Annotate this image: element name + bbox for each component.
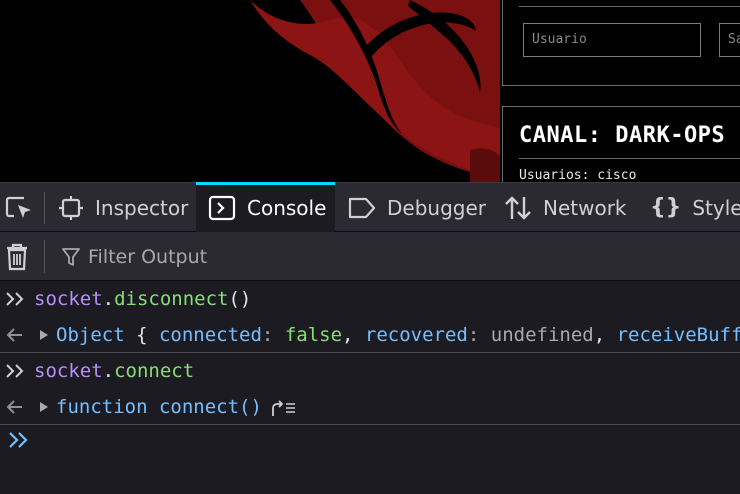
tab-label: Network [543, 195, 627, 220]
username-input[interactable]: Usuario [523, 23, 701, 57]
filter-icon [62, 247, 80, 266]
input-chevron-icon [5, 281, 27, 317]
network-icon [504, 195, 532, 221]
result-arrow-icon [5, 389, 25, 424]
console-result-row: Object { connected: false, recovered: un… [0, 317, 740, 353]
tab-debugger[interactable]: Debugger [348, 183, 488, 232]
expand-triangle-icon[interactable] [38, 317, 50, 352]
clear-console-button[interactable] [4, 242, 30, 276]
tab-network[interactable]: Network [504, 183, 634, 232]
function-preview[interactable]: function connect() [56, 389, 296, 424]
result-arrow-icon [5, 317, 25, 352]
trash-icon [7, 243, 27, 271]
login-panel: Usuario Sa [502, 0, 740, 86]
console-input-code[interactable]: socket.disconnect() [34, 281, 251, 317]
tab-label: Debugger [387, 195, 486, 220]
tab-inspector[interactable]: Inspector [58, 183, 188, 232]
input-chevron-icon [5, 353, 27, 389]
debugger-icon [348, 196, 376, 220]
tab-style-editor[interactable]: {} Style Editor [650, 183, 740, 232]
tab-label: Inspector [95, 195, 189, 220]
element-picker-button[interactable] [0, 183, 38, 232]
tab-label: Console [247, 195, 327, 220]
second-input[interactable]: Sa [719, 23, 740, 57]
object-preview[interactable]: Object { connected: false, recovered: un… [56, 317, 740, 352]
channel-panel: CANAL: DARK-OPS Usuarios: cisco [502, 106, 740, 182]
background-artwork [250, 0, 500, 182]
inspector-icon [58, 195, 84, 221]
tab-console[interactable]: Console [196, 182, 335, 232]
channel-users: Usuarios: cisco [519, 168, 637, 182]
console-input-row: socket.disconnect() [0, 281, 740, 317]
filter-placeholder: Filter Output [88, 245, 208, 268]
channel-title: CANAL: DARK-OPS [519, 123, 726, 148]
tab-label: Style Editor [692, 195, 740, 220]
console-result-row: function connect() [0, 389, 740, 425]
console-input-code[interactable]: socket.connect [34, 353, 194, 389]
channel-divider [519, 158, 740, 159]
expand-triangle-icon[interactable] [38, 389, 50, 424]
web-page: Usuario Sa CANAL: DARK-OPS Usuarios: cis… [0, 0, 740, 182]
console-output: socket.disconnect() Object { connected: … [0, 281, 740, 494]
console-prompt[interactable] [8, 431, 30, 454]
jump-to-definition-icon[interactable] [270, 399, 296, 417]
toolbar-separator [44, 192, 45, 224]
console-input-row: socket.connect [0, 353, 740, 389]
prompt-chevron-icon [9, 432, 28, 448]
console-filter-bar: Filter Output [0, 232, 740, 281]
filter-output-input[interactable]: Filter Output [62, 240, 207, 273]
style-editor-icon: {} [650, 195, 682, 220]
console-icon [208, 195, 236, 221]
devtools-toolbar: Inspector Console Debugger Network {} St… [0, 182, 740, 232]
filter-separator [44, 240, 45, 273]
panel-divider [519, 6, 740, 7]
element-picker-icon [5, 196, 31, 218]
